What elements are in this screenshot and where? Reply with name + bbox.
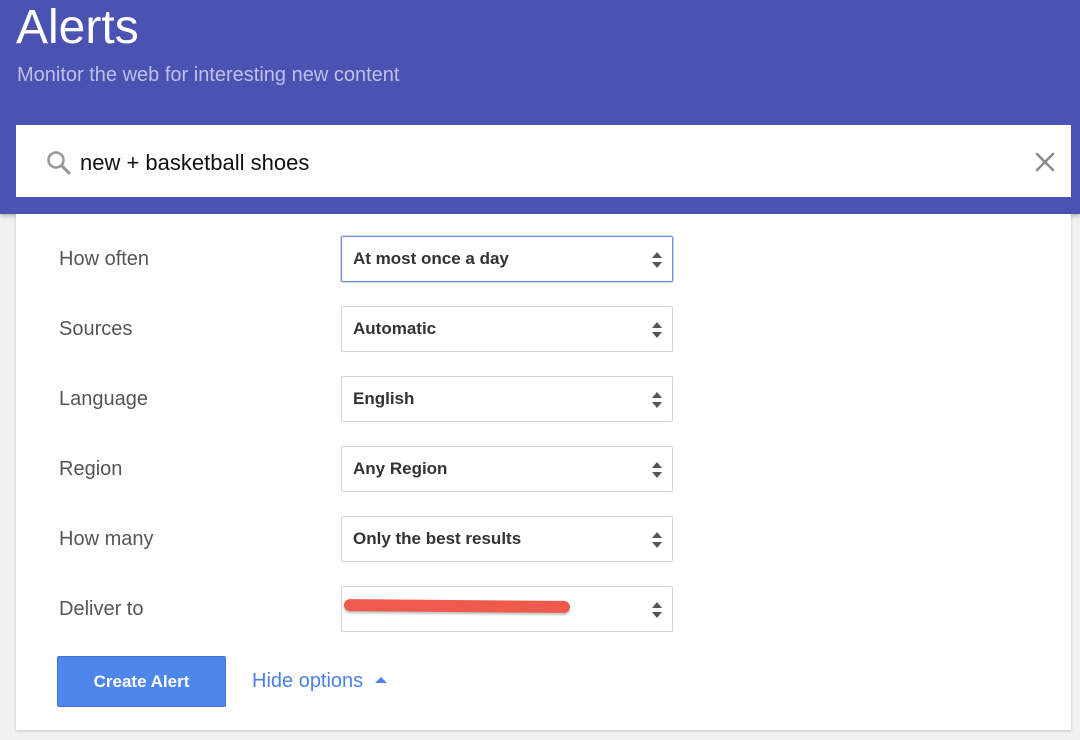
select-arrows-icon (652, 532, 662, 548)
select-arrows-icon (652, 462, 662, 478)
redaction-mark (343, 599, 571, 613)
how-often-label: How often (59, 248, 150, 270)
hide-options-link[interactable]: Hide options (252, 669, 363, 693)
create-alert-button[interactable]: Create Alert (57, 656, 226, 707)
how-many-label: How many (59, 528, 154, 550)
page-subtitle: Monitor the web for interesting new cont… (17, 64, 400, 86)
how-many-value: Only the best results (353, 529, 522, 548)
region-select[interactable]: Any Region (341, 446, 673, 492)
select-arrows-icon (652, 322, 662, 338)
alerts-page: Alerts Monitor the web for interesting n… (0, 0, 1080, 740)
close-icon[interactable] (1033, 150, 1057, 174)
page-title: Alerts (16, 1, 139, 54)
select-arrows-icon (652, 392, 662, 408)
language-select[interactable]: English (341, 376, 673, 422)
region-value: Any Region (353, 459, 448, 478)
search-icon (47, 151, 71, 175)
header: Alerts Monitor the web for interesting n… (0, 0, 1080, 214)
select-arrows-icon (652, 602, 662, 618)
how-many-select[interactable]: Only the best results (341, 516, 673, 562)
caret-up-icon[interactable] (374, 675, 388, 685)
sources-value: Automatic (353, 319, 437, 338)
search-input[interactable] (80, 141, 1020, 185)
language-value: English (353, 389, 415, 408)
how-often-value: At most once a day (353, 249, 509, 268)
region-label: Region (59, 458, 123, 480)
language-label: Language (59, 388, 148, 410)
select-arrows-icon (652, 252, 662, 268)
sources-select[interactable]: Automatic (341, 306, 673, 352)
how-often-select[interactable]: At most once a day (341, 236, 673, 282)
sources-label: Sources (59, 318, 133, 340)
deliver-to-label: Deliver to (59, 598, 144, 620)
